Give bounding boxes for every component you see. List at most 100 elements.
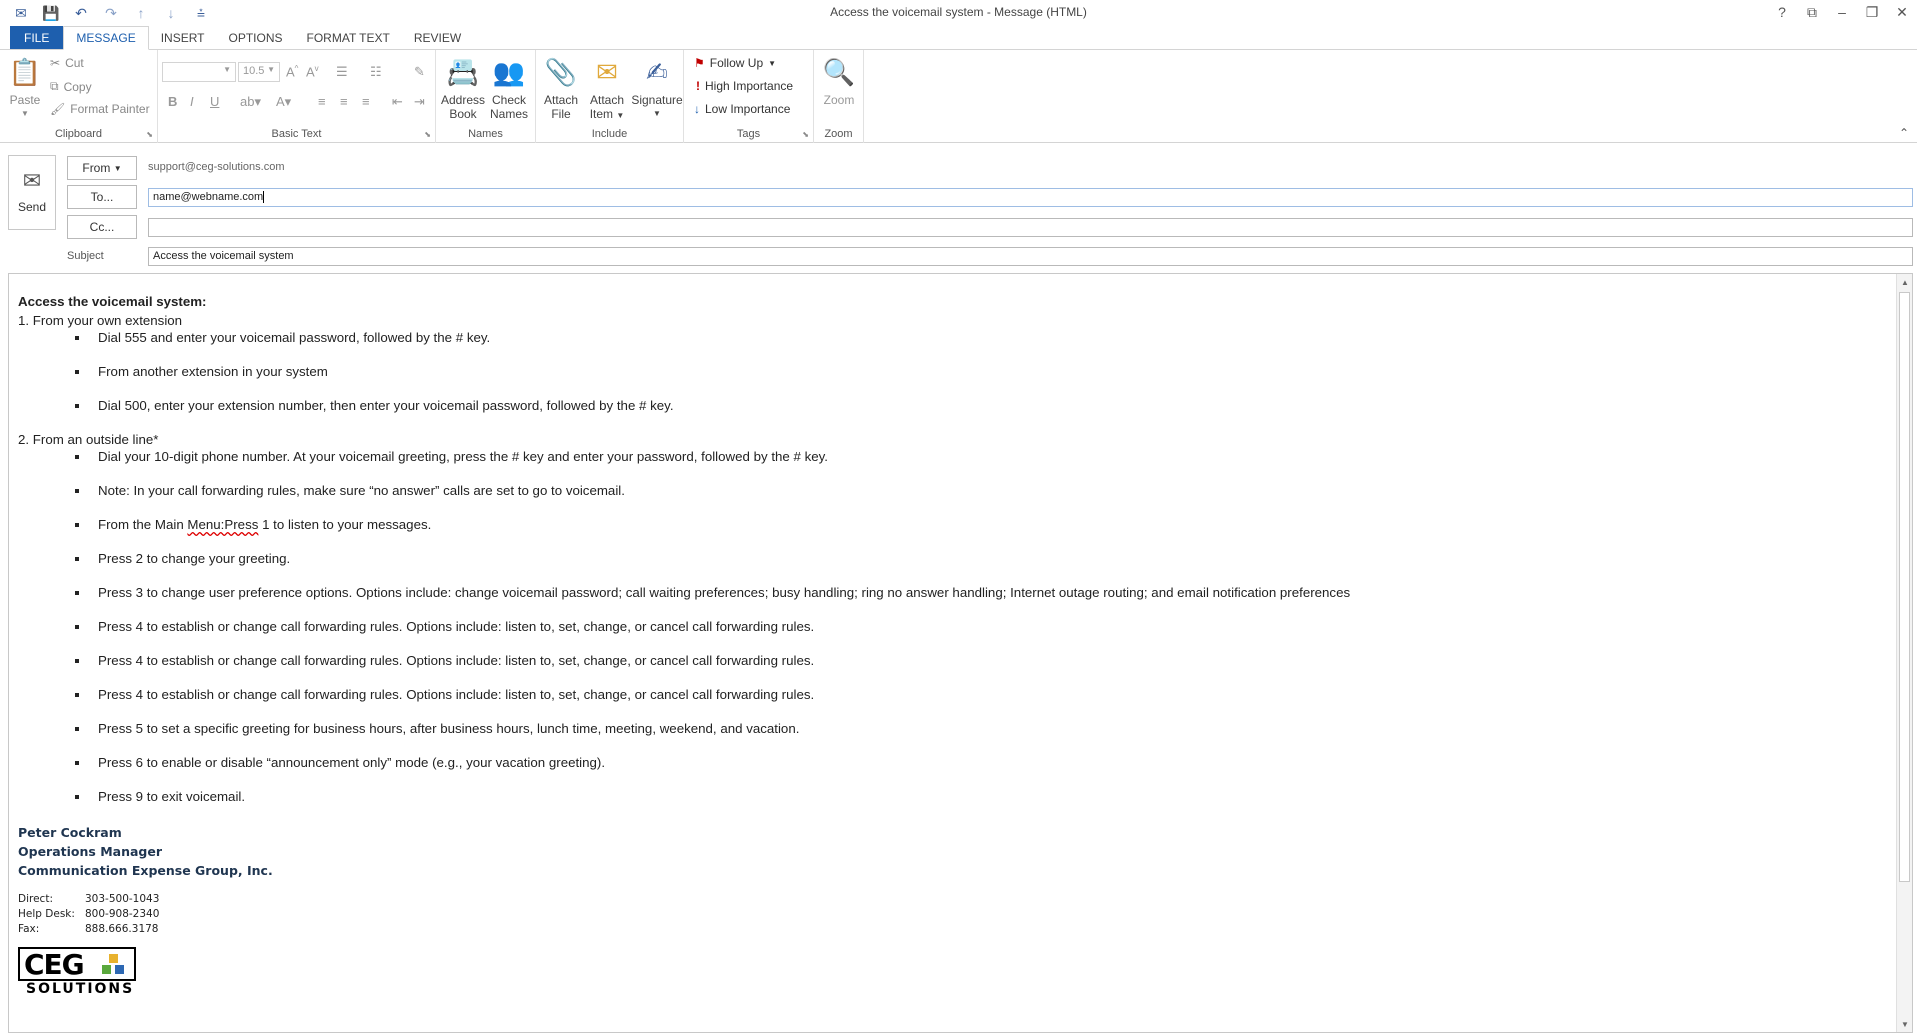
subject-field[interactable]: Access the voicemail system	[148, 247, 1913, 266]
chevron-down-icon: ▼	[113, 163, 122, 173]
list-item: Press 3 to change user preference option…	[74, 585, 1878, 601]
signature-company: Communication Expense Group, Inc.	[18, 863, 273, 878]
instruction-list: Dial 555 and enter your voicemail passwo…	[74, 330, 1878, 414]
dialog-launcher-icon[interactable]: ⬊	[146, 130, 153, 139]
list-item: Press 2 to change your greeting.	[74, 551, 1878, 567]
scroll-up-icon[interactable]: ▲	[1897, 274, 1912, 290]
zoom-button[interactable]: 🔍 Zoom	[816, 54, 862, 107]
chevron-down-icon: ▼	[616, 111, 625, 120]
dialog-launcher-icon[interactable]: ⬊	[802, 130, 809, 139]
group-names: 📇 Address Book 👥 Check Names Names	[436, 50, 536, 143]
list-item: Note: In your call forwarding rules, mak…	[74, 483, 1878, 499]
instruction-list: Dial your 10-digit phone number. At your…	[74, 449, 1878, 805]
send-icon: ✉	[22, 168, 42, 193]
restore-icon[interactable]: ❐	[1857, 0, 1887, 24]
group-tags: ⚑ Follow Up ▼ ! High Importance ↓ Low Im…	[684, 50, 814, 143]
bold-icon[interactable]: B	[168, 94, 177, 109]
group-label-zoom: Zoom	[824, 128, 853, 140]
signature-name: Peter Cockram	[18, 825, 122, 840]
logo-subtext: SOLUTIONS	[26, 981, 135, 997]
paste-button[interactable]: 📋 Paste ▼	[2, 54, 48, 121]
numbering-icon[interactable]: ☷	[370, 64, 382, 80]
font-color-icon[interactable]: A▾	[276, 94, 291, 110]
from-button[interactable]: From ▼	[67, 156, 137, 180]
chevron-down-icon: ▼	[21, 109, 29, 118]
address-book-button[interactable]: 📇 Address Book	[440, 54, 486, 121]
tab-options[interactable]: OPTIONS	[217, 26, 295, 49]
decrease-indent-icon[interactable]: ⇤	[392, 94, 403, 110]
magnifier-icon: 🔍	[822, 57, 856, 87]
chevron-down-icon: ▼	[653, 109, 661, 118]
signature-icon: ✍	[646, 57, 668, 87]
misspelled-word[interactable]: Menu:Press	[187, 517, 258, 532]
check-names-button[interactable]: 👥 Check Names	[486, 54, 532, 121]
list-item: Press 9 to exit voicemail.	[74, 789, 1878, 805]
logo-cubes-icon	[102, 954, 124, 974]
list-item: From another extension in your system	[74, 364, 1878, 380]
address-book-icon: 📇	[446, 57, 480, 87]
group-clipboard: 📋 Paste ▼ ✂ Cut ⧉ Copy 🖌 Format Painter Cli…	[0, 50, 158, 143]
signature-button[interactable]: ✍ Signature ▼	[630, 54, 684, 121]
ribbon-display-icon[interactable]: ⧉	[1797, 0, 1827, 24]
scroll-down-icon[interactable]: ▼	[1897, 1016, 1912, 1032]
format-painter-button[interactable]: 🖌 Format Painter	[50, 102, 150, 116]
high-importance-button[interactable]: ! High Importance	[696, 79, 793, 93]
scroll-thumb[interactable]	[1899, 292, 1910, 882]
tab-insert[interactable]: INSERT	[149, 26, 217, 49]
close-icon[interactable]: ✕	[1887, 0, 1917, 24]
contact-row: Help Desk: 800-908-2340	[18, 908, 160, 920]
paperclip-icon: 📎	[544, 57, 578, 87]
attach-file-button[interactable]: 📎 Attach File	[538, 54, 584, 121]
to-button[interactable]: To...	[67, 185, 137, 209]
follow-up-button[interactable]: ⚑ Follow Up ▼	[694, 56, 776, 70]
minimize-icon[interactable]: –	[1827, 0, 1857, 24]
contact-row: Fax: 888.666.3178	[18, 923, 159, 935]
align-left-icon[interactable]: ≡	[318, 94, 326, 109]
exclamation-icon: !	[696, 79, 700, 93]
copy-button[interactable]: ⧉ Copy	[50, 79, 92, 94]
font-size-select[interactable]: 10.5 ▼	[238, 62, 280, 82]
list-item: Dial 500, enter your extension number, t…	[74, 398, 1878, 414]
list-item: Press 4 to establish or change call forw…	[74, 619, 1878, 635]
dialog-launcher-icon[interactable]: ⬊	[424, 130, 431, 139]
shrink-font-icon[interactable]: Av	[306, 64, 319, 79]
to-field[interactable]: name@webname.com	[148, 188, 1913, 207]
underline-icon[interactable]: U	[210, 94, 219, 109]
align-center-icon[interactable]: ≡	[340, 94, 348, 109]
contact-block: Direct: 303-500-1043 Help Desk: 800-908-23…	[18, 892, 1878, 937]
message-content[interactable]: Access the voicemail system: 1. From you…	[18, 294, 1878, 997]
envelope-attach-icon: ✉	[596, 57, 618, 87]
signature-block: Peter Cockram Operations Manager Communi…	[18, 823, 1878, 880]
scissors-icon: ✂	[50, 56, 61, 70]
send-button[interactable]: ✉ Send	[8, 155, 56, 230]
attach-item-button[interactable]: ✉ Attach Item ▼	[584, 54, 630, 123]
cc-field[interactable]	[148, 218, 1913, 237]
font-name-select[interactable]: ▼	[162, 62, 236, 82]
subject-label: Subject	[67, 250, 104, 262]
grow-font-icon[interactable]: A^	[286, 64, 298, 79]
highlight-icon[interactable]: ab▾	[240, 94, 261, 110]
collapse-ribbon-icon[interactable]: ⌃	[1899, 126, 1909, 140]
group-include: 📎 Attach File ✉ Attach Item ▼ ✍ Signatur…	[536, 50, 684, 143]
group-label-include: Include	[591, 128, 628, 140]
text-cursor	[263, 191, 265, 204]
bullets-icon[interactable]: ☰	[336, 64, 348, 80]
tab-review[interactable]: REVIEW	[402, 26, 473, 49]
message-body[interactable]: Access the voicemail system: 1. From you…	[8, 273, 1913, 1033]
tab-file[interactable]: FILE	[10, 26, 64, 49]
help-icon[interactable]: ?	[1767, 0, 1797, 24]
italic-icon[interactable]: I	[190, 94, 194, 109]
low-importance-button[interactable]: ↓ Low Importance	[694, 102, 790, 116]
align-right-icon[interactable]: ≡	[362, 94, 370, 109]
cut-button[interactable]: ✂ Cut	[50, 56, 84, 70]
list-item: Press 4 to establish or change call forw…	[74, 687, 1878, 703]
tab-format-text[interactable]: FORMAT TEXT	[295, 26, 402, 49]
increase-indent-icon[interactable]: ⇥	[414, 94, 425, 110]
flag-icon: ⚑	[694, 56, 705, 70]
vertical-scrollbar[interactable]: ▲ ▼	[1896, 274, 1912, 1032]
list-item: Dial 555 and enter your voicemail passwo…	[74, 330, 1878, 346]
tab-message[interactable]: MESSAGE	[63, 26, 149, 50]
cc-button[interactable]: Cc...	[67, 215, 137, 239]
clear-formatting-icon[interactable]: ✎	[414, 64, 425, 80]
list-item: From the Main Menu:Press 1 to listen to …	[74, 517, 1878, 533]
